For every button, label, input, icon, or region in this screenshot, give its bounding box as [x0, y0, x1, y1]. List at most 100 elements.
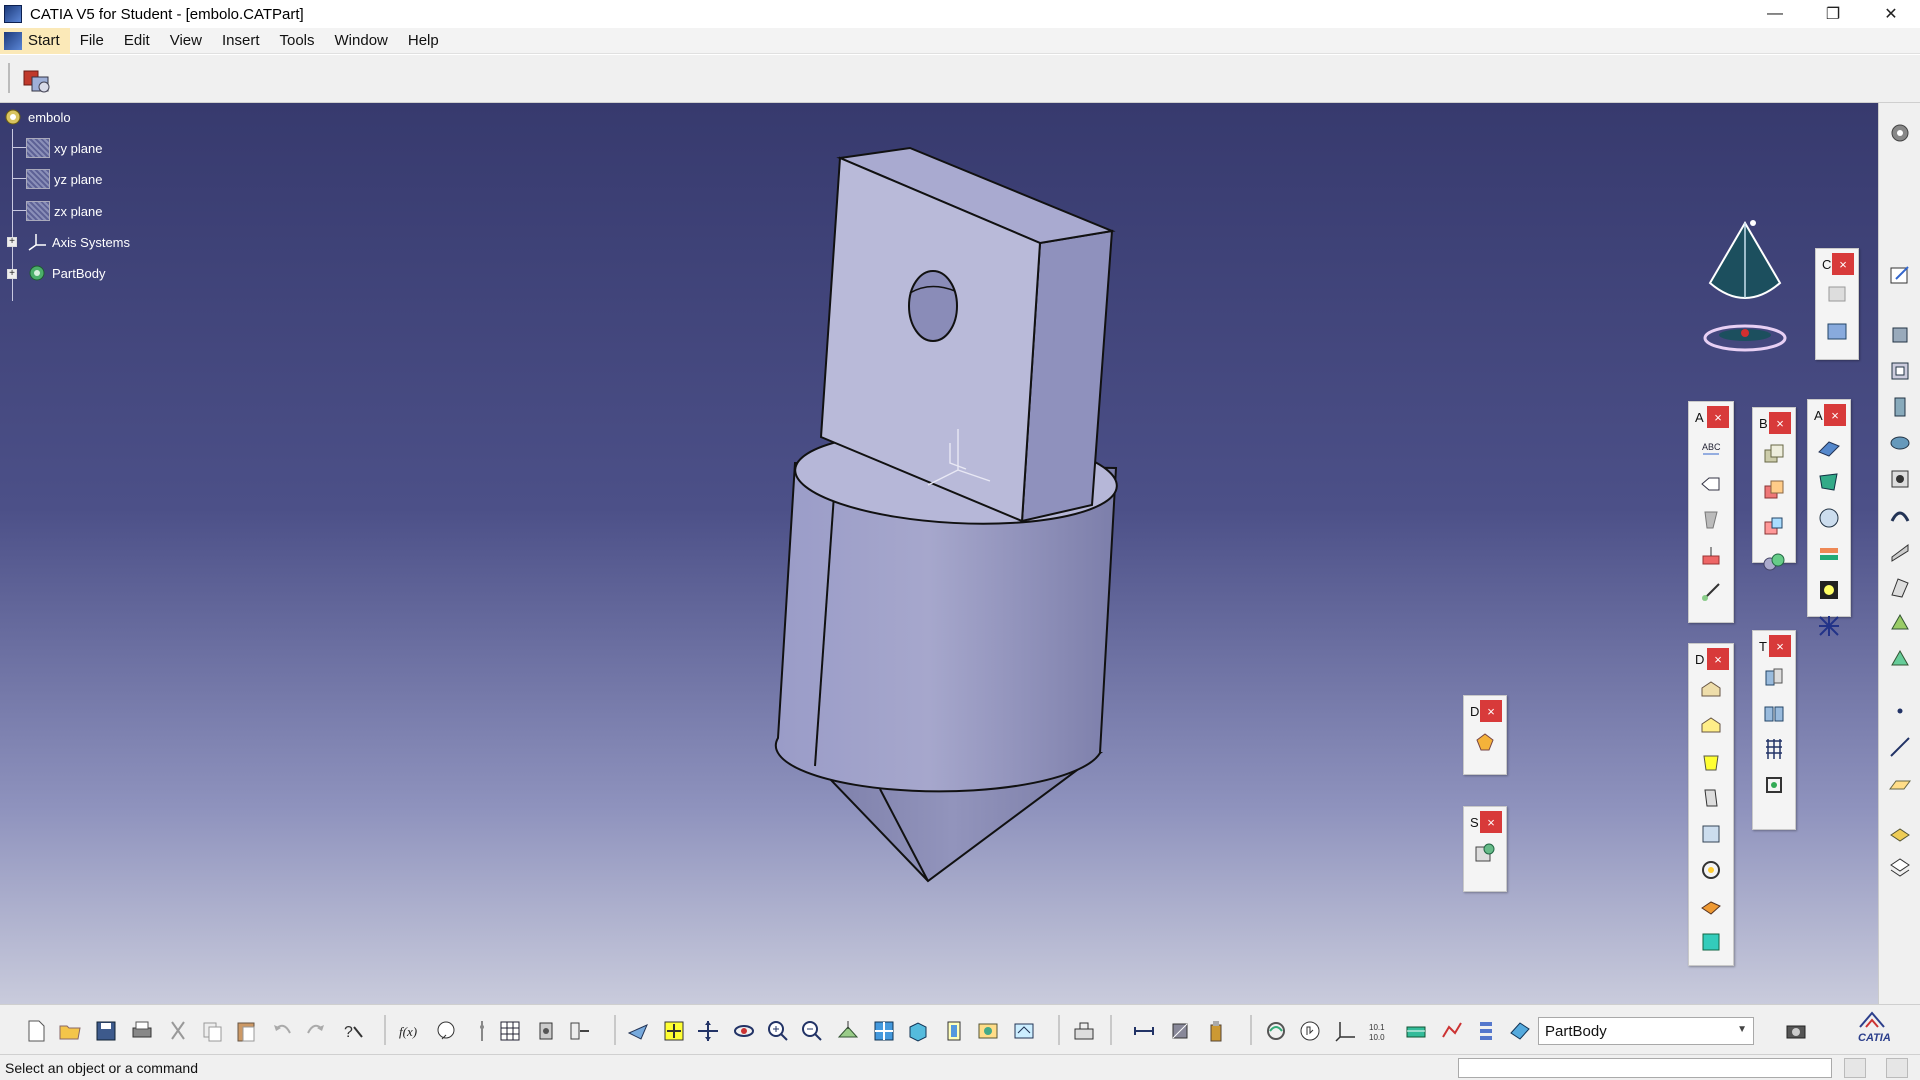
layers-icon[interactable]	[1888, 855, 1912, 879]
3d-constraint-icon[interactable]	[1440, 1019, 1464, 1043]
sketch-analysis-icon[interactable]	[1473, 841, 1497, 865]
camera-capture-icon[interactable]	[1784, 1019, 1808, 1043]
fillet-icon[interactable]	[1699, 678, 1723, 702]
replace-face-icon[interactable]	[1699, 930, 1723, 954]
curvature-analysis-icon[interactable]	[1264, 1019, 1288, 1043]
update-icon[interactable]	[1072, 1019, 1096, 1043]
measure-item-icon[interactable]	[1168, 1019, 1192, 1043]
line-icon[interactable]	[1888, 735, 1912, 759]
datum-mode-icon[interactable]	[1404, 1019, 1428, 1043]
hide-show-icon[interactable]	[976, 1019, 1000, 1043]
3d-viewport[interactable]: embolo xy plane yz plane zx plane + Axis…	[0, 103, 1878, 1004]
measure-inertia-icon[interactable]	[1204, 1019, 1228, 1043]
status-button-1[interactable]	[1844, 1058, 1866, 1078]
shaft-icon[interactable]	[1888, 395, 1912, 419]
paste-icon[interactable]	[234, 1019, 258, 1043]
groove-icon[interactable]	[1888, 431, 1912, 455]
toolbar-close-button[interactable]: ×	[1480, 700, 1502, 722]
tools-palette-icon[interactable]	[1474, 1019, 1498, 1043]
whats-this-icon[interactable]: ?	[340, 1019, 364, 1043]
design-table-icon[interactable]	[498, 1019, 522, 1043]
point-icon[interactable]	[1888, 699, 1912, 723]
multi-view-icon[interactable]	[872, 1019, 896, 1043]
mirror-icon[interactable]	[1762, 701, 1786, 725]
text-annotation-icon[interactable]: ABC	[1699, 436, 1723, 460]
sew-surface-icon[interactable]	[1817, 542, 1841, 566]
sketch-icon[interactable]	[1888, 263, 1912, 287]
constraint-icon[interactable]	[1825, 283, 1849, 307]
datum-target-icon[interactable]	[1699, 544, 1723, 568]
pan-icon[interactable]	[696, 1019, 720, 1043]
open-folder-icon[interactable]	[58, 1019, 82, 1043]
save-icon[interactable]	[94, 1019, 118, 1043]
thick-surface-icon[interactable]	[1817, 470, 1841, 494]
shading-icon[interactable]	[942, 1019, 966, 1043]
pattern-icon[interactable]	[1817, 614, 1841, 638]
toolbar-close-button[interactable]: ×	[1832, 253, 1854, 275]
settings-gear-icon[interactable]	[1888, 121, 1912, 145]
restore-button[interactable]: ❐	[1804, 0, 1862, 28]
menu-tools[interactable]: Tools	[269, 28, 324, 54]
stiffener-icon[interactable]	[1888, 575, 1912, 599]
law-icon[interactable]	[470, 1019, 494, 1043]
command-input[interactable]	[1458, 1058, 1832, 1078]
remove-lump-icon[interactable]	[1762, 550, 1786, 574]
fit-all-in-icon[interactable]	[662, 1019, 686, 1043]
catia-app-icon[interactable]	[4, 5, 22, 23]
menu-edit[interactable]: Edit	[114, 28, 160, 54]
datum-icon[interactable]	[1699, 508, 1723, 532]
scaling-icon[interactable]	[1762, 773, 1786, 797]
copy-icon[interactable]	[200, 1019, 224, 1043]
menu-help[interactable]: Help	[398, 28, 449, 54]
close-button[interactable]: ✕	[1862, 0, 1920, 28]
body-select-icon[interactable]	[1508, 1019, 1532, 1043]
dimension-icon[interactable]	[1699, 580, 1723, 604]
minimize-button[interactable]: —	[1746, 0, 1804, 28]
catalog-browser-icon[interactable]	[534, 1019, 558, 1043]
menu-insert[interactable]: Insert	[212, 28, 270, 54]
rotate-icon[interactable]	[732, 1019, 756, 1043]
chamfer-icon[interactable]	[1699, 714, 1723, 738]
toolbar-close-button[interactable]: ×	[1824, 404, 1846, 426]
part-design-workbench-icon[interactable]	[22, 67, 54, 95]
flag-note-icon[interactable]	[1699, 472, 1723, 496]
floating-toolbar-a2[interactable]: A ×	[1807, 399, 1851, 636]
transformation-icon[interactable]	[1817, 578, 1841, 602]
hole-icon[interactable]	[1888, 467, 1912, 491]
print-icon[interactable]	[130, 1019, 154, 1043]
boolean-assemble-icon[interactable]	[1762, 442, 1786, 466]
cut-icon[interactable]	[166, 1019, 190, 1043]
undo-icon[interactable]	[270, 1019, 294, 1043]
normal-view-icon[interactable]	[836, 1019, 860, 1043]
toolbar-close-button[interactable]: ×	[1707, 648, 1729, 670]
new-file-icon[interactable]	[24, 1019, 48, 1043]
rectangular-pattern-icon[interactable]	[1762, 737, 1786, 761]
instantiate-icon[interactable]	[568, 1019, 592, 1043]
part-model[interactable]	[0, 103, 1878, 1004]
plane-icon[interactable]	[1888, 771, 1912, 795]
split-icon[interactable]	[1817, 434, 1841, 458]
menu-view[interactable]: View	[160, 28, 212, 54]
rib-icon[interactable]	[1888, 503, 1912, 527]
floating-toolbar-s[interactable]: S ×	[1463, 806, 1507, 892]
floating-toolbar-a1[interactable]: A × ABC	[1688, 401, 1734, 623]
toolbar-close-button[interactable]: ×	[1480, 811, 1502, 833]
floating-toolbar-t[interactable]: T ×	[1752, 630, 1796, 830]
constraint-defined-icon[interactable]	[1825, 319, 1849, 343]
removed-multi-section-icon[interactable]	[1888, 647, 1912, 671]
fly-mode-icon[interactable]	[626, 1019, 650, 1043]
floating-toolbar-c[interactable]: C ×	[1815, 248, 1859, 360]
body-select-dropdown[interactable]: PartBody ▼	[1538, 1017, 1754, 1045]
slot-icon[interactable]	[1888, 539, 1912, 563]
zoom-in-icon[interactable]	[766, 1019, 790, 1043]
toolbar-close-button[interactable]: ×	[1769, 635, 1791, 657]
select-hand-icon[interactable]	[1298, 1019, 1322, 1043]
multi-section-solid-icon[interactable]	[1888, 611, 1912, 635]
floating-toolbar-b[interactable]: B ×	[1752, 407, 1796, 571]
formula-icon[interactable]: f(x)	[398, 1019, 422, 1043]
draft-icon[interactable]	[1699, 750, 1723, 774]
translation-icon[interactable]	[1762, 665, 1786, 689]
redo-icon[interactable]	[304, 1019, 328, 1043]
shell-icon[interactable]	[1699, 786, 1723, 810]
status-button-2[interactable]	[1886, 1058, 1908, 1078]
